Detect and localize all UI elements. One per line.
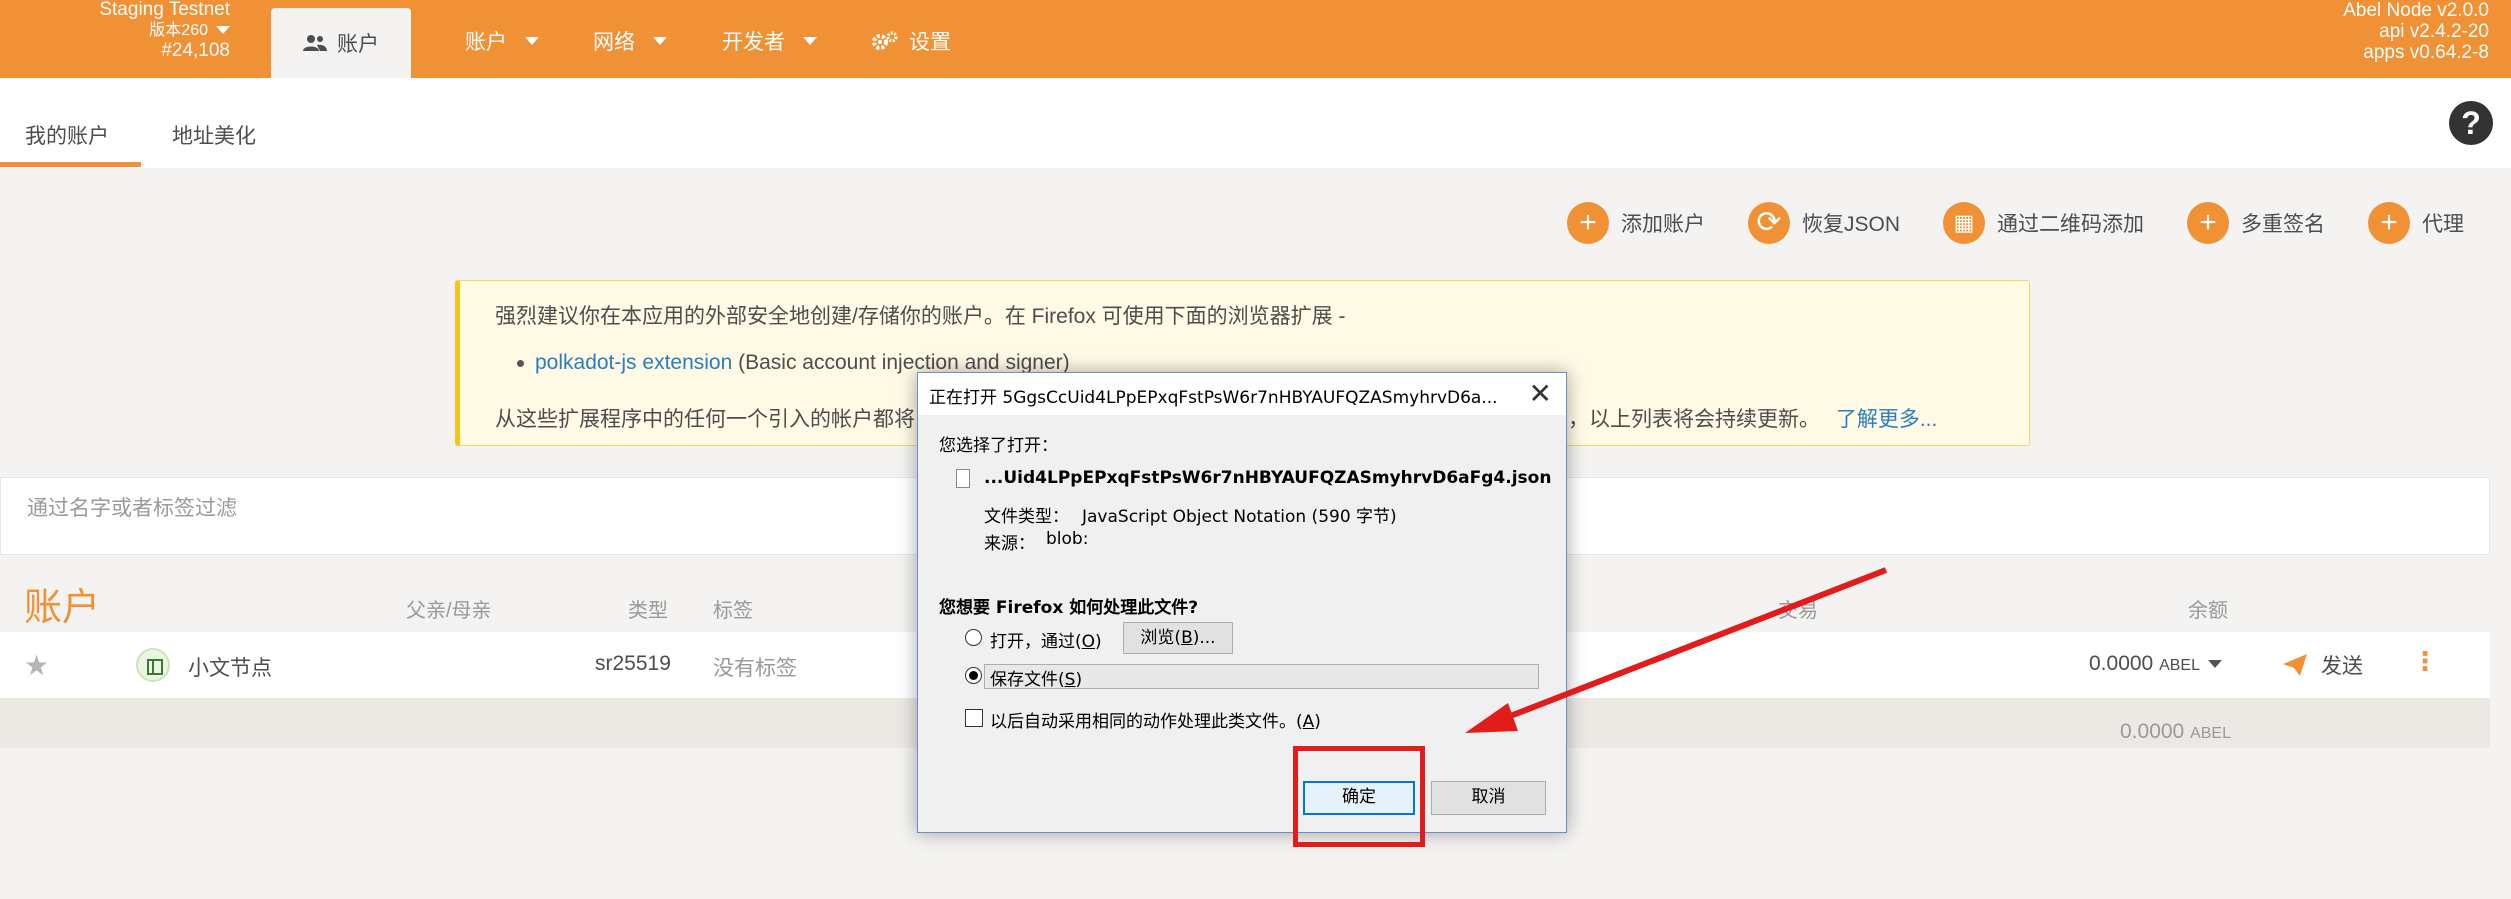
annotation-arrow [1465,567,1888,733]
